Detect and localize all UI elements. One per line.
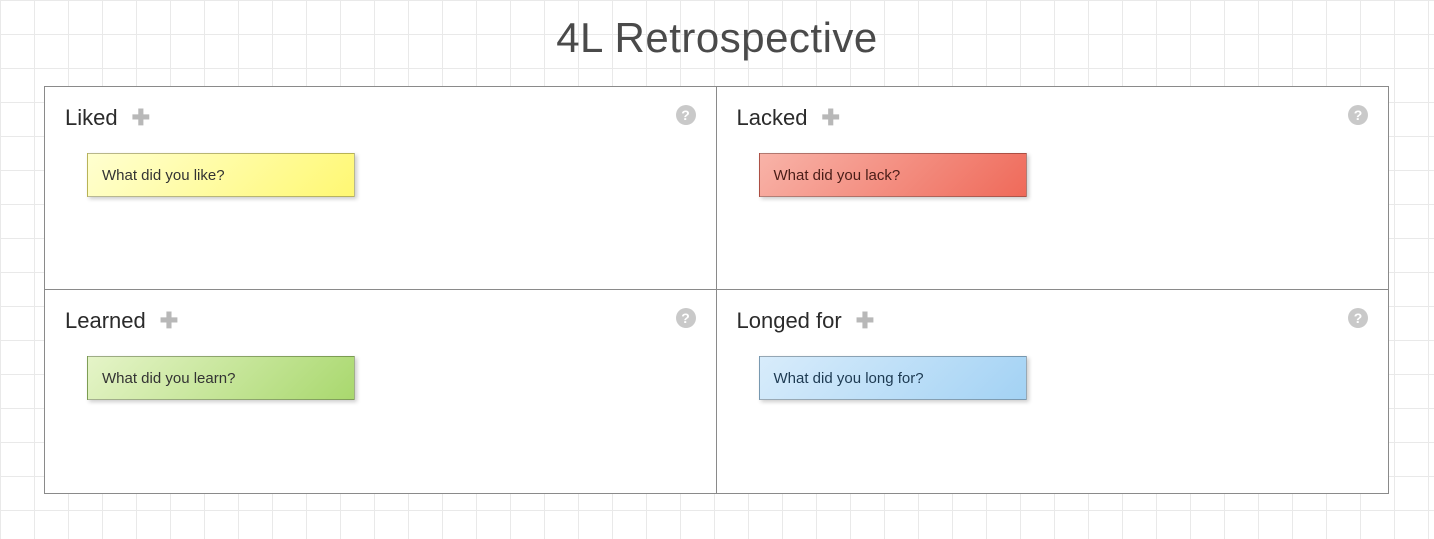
quadrant-lacked-header: Lacked ✚ (737, 105, 1369, 131)
plus-icon[interactable]: ✚ (821, 107, 839, 129)
quadrant-liked-title: Liked (65, 105, 118, 131)
canvas[interactable]: 4L Retrospective Liked ✚ ? What did you … (0, 0, 1434, 539)
help-icon[interactable]: ? (1348, 105, 1368, 125)
sticky-note-learned[interactable]: What did you learn? (87, 356, 355, 400)
board-title: 4L Retrospective (0, 0, 1434, 76)
plus-icon[interactable]: ✚ (160, 310, 178, 332)
quadrant-learned[interactable]: Learned ✚ ? What did you learn? (45, 290, 717, 493)
sticky-note-liked[interactable]: What did you like? (87, 153, 355, 197)
quadrant-lacked-title: Lacked (737, 105, 808, 131)
quadrant-learned-title: Learned (65, 308, 146, 334)
plus-icon[interactable]: ✚ (132, 107, 150, 129)
sticky-note-text: What did you lack? (774, 167, 901, 184)
retro-board: Liked ✚ ? What did you like? Lacked ✚ ? … (44, 86, 1389, 494)
quadrant-learned-header: Learned ✚ (65, 308, 696, 334)
sticky-note-text: What did you like? (102, 167, 225, 184)
help-icon[interactable]: ? (676, 308, 696, 328)
quadrant-liked[interactable]: Liked ✚ ? What did you like? (45, 87, 717, 290)
quadrant-lacked[interactable]: Lacked ✚ ? What did you lack? (717, 87, 1389, 290)
help-icon[interactable]: ? (1348, 308, 1368, 328)
sticky-note-lacked[interactable]: What did you lack? (759, 153, 1027, 197)
plus-icon[interactable]: ✚ (856, 310, 874, 332)
sticky-note-text: What did you long for? (774, 370, 924, 387)
sticky-note-text: What did you learn? (102, 370, 235, 387)
quadrant-longed-for-title: Longed for (737, 308, 842, 334)
help-icon[interactable]: ? (676, 105, 696, 125)
quadrant-longed-for-header: Longed for ✚ (737, 308, 1369, 334)
quadrant-longed-for[interactable]: Longed for ✚ ? What did you long for? (717, 290, 1389, 493)
quadrant-liked-header: Liked ✚ (65, 105, 696, 131)
sticky-note-longed-for[interactable]: What did you long for? (759, 356, 1027, 400)
